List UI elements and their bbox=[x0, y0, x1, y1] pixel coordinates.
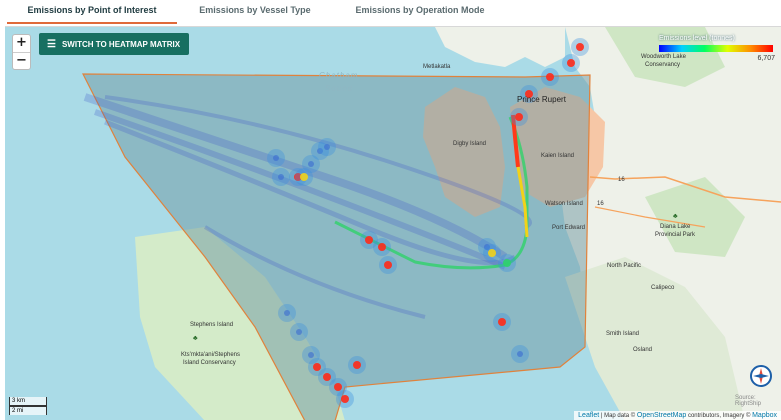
switch-to-heatmap-matrix-button[interactable]: ☰ SWITCH TO HEATMAP MATRIX bbox=[39, 33, 189, 55]
label-north-pacific: North Pacific bbox=[607, 263, 642, 269]
label-smith-island: Smith Island bbox=[606, 331, 640, 337]
leaflet-link[interactable]: Leaflet bbox=[578, 412, 599, 419]
emission-hotspot[interactable] bbox=[384, 261, 392, 269]
legend-max-value: 6,707 bbox=[757, 55, 775, 62]
label-kts-conservancy-1: Kts'mkta'ani/Stephens bbox=[181, 352, 240, 358]
emission-hotspot[interactable] bbox=[567, 59, 575, 67]
emission-hotspot[interactable] bbox=[284, 310, 290, 316]
tab-emissions-by-vessel-type[interactable]: Emissions by Vessel Type bbox=[180, 0, 330, 24]
legend-title: Emissions level (tonnes) bbox=[659, 35, 735, 42]
emission-hotspot[interactable] bbox=[324, 144, 330, 150]
tab-emissions-by-operation-mode[interactable]: Emissions by Operation Mode bbox=[340, 0, 500, 24]
tab-emissions-by-poi[interactable]: Emissions by Point of Interest bbox=[7, 0, 177, 24]
park-icon: ♣ bbox=[673, 213, 678, 220]
emission-hotspot[interactable] bbox=[334, 383, 342, 391]
emission-hotspot[interactable] bbox=[365, 236, 373, 244]
scale-mi: 2 mi bbox=[9, 406, 47, 415]
compass-icon bbox=[750, 365, 772, 387]
zoom-out-button[interactable]: − bbox=[13, 52, 30, 69]
label-chatham: Chatham bbox=[319, 71, 359, 80]
emission-hotspot[interactable] bbox=[296, 329, 302, 335]
label-prince-rupert: Prince Rupert bbox=[517, 95, 566, 104]
label-highway-16b: 16 bbox=[597, 201, 604, 207]
label-metlakatla: Metlakatla bbox=[423, 64, 451, 70]
mapbox-link[interactable]: Mapbox bbox=[752, 412, 777, 419]
emission-hotspot[interactable] bbox=[498, 318, 506, 326]
label-diana-1: Diana Lake bbox=[660, 224, 691, 230]
emission-hotspot[interactable] bbox=[503, 259, 511, 267]
emission-hotspot[interactable] bbox=[308, 161, 314, 167]
label-port-edward: Port Edward bbox=[552, 225, 586, 231]
switch-button-label: SWITCH TO HEATMAP MATRIX bbox=[61, 39, 181, 49]
legend-color-bar bbox=[659, 45, 773, 52]
label-kaien-island: Kaien Island bbox=[541, 153, 575, 159]
zoom-in-button[interactable]: + bbox=[13, 35, 30, 52]
attribution-map-data: | Map data © bbox=[600, 413, 636, 419]
label-sound: Sound bbox=[325, 84, 354, 93]
emission-hotspot[interactable] bbox=[313, 363, 321, 371]
label-stephens-island: Stephens Island bbox=[190, 322, 234, 328]
emission-hotspot[interactable] bbox=[517, 351, 523, 357]
emission-hotspot[interactable] bbox=[576, 43, 584, 51]
emission-hotspot[interactable] bbox=[515, 113, 523, 121]
label-calipeco: Calipeco bbox=[651, 285, 675, 291]
emission-hotspot[interactable] bbox=[323, 373, 331, 381]
emission-hotspot[interactable] bbox=[341, 395, 349, 403]
label-watson-island: Watson Island bbox=[545, 201, 583, 207]
emission-hotspot[interactable] bbox=[278, 174, 284, 180]
label-digby-island: Digby Island bbox=[453, 141, 487, 147]
emissions-legend: Emissions level (tonnes) 6,707 bbox=[655, 35, 777, 69]
scale-bar: 3 km 2 mi bbox=[9, 397, 47, 415]
source-label: Source: RightShip bbox=[735, 395, 762, 407]
map-view[interactable]: Chatham Sound Metlakatla Prince Rupert D… bbox=[5, 26, 781, 420]
emission-hotspot[interactable] bbox=[273, 155, 279, 161]
openstreetmap-link[interactable]: OpenStreetMap bbox=[637, 412, 686, 419]
emission-hotspot[interactable] bbox=[378, 243, 386, 251]
park-icon: ♣ bbox=[193, 335, 198, 342]
label-kts-conservancy-2: Island Conservancy bbox=[183, 360, 236, 366]
emission-hotspot[interactable] bbox=[300, 173, 308, 181]
label-highway-16: 16 bbox=[618, 177, 625, 183]
emission-hotspot[interactable] bbox=[546, 73, 554, 81]
label-diana-2: Provincial Park bbox=[655, 232, 696, 238]
zoom-control: + − bbox=[12, 34, 31, 70]
label-osland: Osland bbox=[633, 347, 653, 353]
map-attribution: Leaflet | Map data © OpenStreetMap contr… bbox=[574, 411, 781, 420]
tab-bar: Emissions by Point of Interest Emissions… bbox=[0, 0, 781, 25]
scale-km: 3 km bbox=[9, 397, 47, 406]
emission-hotspot[interactable] bbox=[353, 361, 361, 369]
emission-hotspot[interactable] bbox=[488, 249, 496, 257]
list-icon: ☰ bbox=[47, 38, 56, 50]
emission-hotspot[interactable] bbox=[308, 352, 314, 358]
attribution-contrib: contributors, Imagery © bbox=[687, 413, 751, 419]
